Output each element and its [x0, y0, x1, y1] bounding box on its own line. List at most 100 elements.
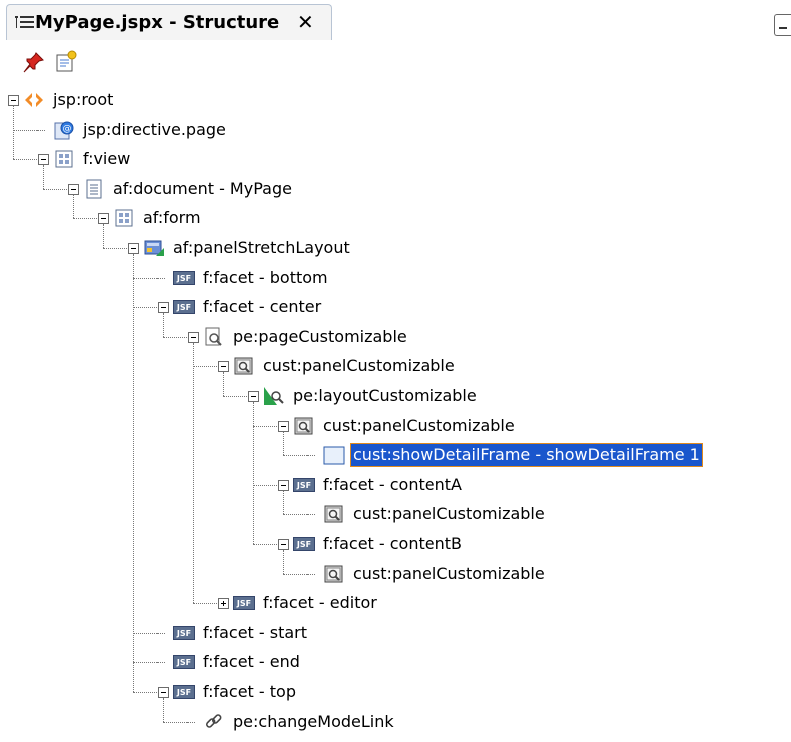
tree-node[interactable]: JSF f:facet - editor: [233, 589, 379, 617]
tree-node[interactable]: pe:changeModeLink: [203, 708, 396, 736]
tree-node[interactable]: pe:layoutCustomizable: [263, 382, 479, 410]
tree-node-label: pe:changeModeLink: [233, 711, 394, 731]
edit-icon[interactable]: [54, 50, 78, 74]
tree-node[interactable]: f:view: [53, 145, 132, 173]
tree-node-label: cust:panelCustomizable: [353, 563, 545, 583]
tree-node-label: af:panelStretchLayout: [173, 238, 350, 257]
tree-node[interactable]: JSF f:facet - bottom: [173, 264, 330, 292]
tree-node[interactable]: cust:panelCustomizable: [323, 560, 547, 588]
panel-customizable-icon: [234, 357, 253, 375]
tree-connector: [133, 277, 157, 279]
tree-connector: [193, 366, 217, 368]
collapse-icon[interactable]: [278, 420, 289, 432]
tree-node-label: f:facet - top: [203, 682, 296, 701]
tree-connector: [283, 514, 307, 516]
tree-node[interactable]: jsp:root: [23, 86, 115, 114]
tree-node[interactable]: JSF f:facet - contentA: [293, 471, 464, 499]
collapse-icon[interactable]: [98, 213, 109, 225]
panel-customizable-icon: [294, 417, 313, 435]
minimize-button[interactable]: [774, 14, 791, 36]
collapse-icon[interactable]: [158, 302, 169, 314]
tree-connector: [253, 484, 277, 486]
tree-connector: [223, 396, 247, 397]
tree-node-label: jsp:root: [53, 90, 114, 109]
tree-node-label: f:facet - start: [203, 622, 308, 642]
tree-node[interactable]: cust:panelCustomizable: [323, 500, 547, 528]
collapse-icon[interactable]: [188, 331, 199, 343]
tree-node[interactable]: JSF f:facet - center: [173, 293, 323, 321]
collapse-icon[interactable]: [68, 183, 79, 195]
collapse-icon[interactable]: [248, 391, 259, 402]
tree-connector: [253, 425, 277, 427]
tree-node[interactable]: JSF f:facet - top: [173, 678, 298, 706]
jsf-icon: JSF: [173, 623, 195, 643]
tree-node[interactable]: JSF f:facet - contentB: [293, 530, 464, 558]
tree-node[interactable]: cust:panelCustomizable: [293, 412, 517, 440]
jsf-icon: JSF: [293, 534, 315, 554]
collapse-icon[interactable]: [38, 154, 49, 166]
tree-node[interactable]: cust:showDetailFrame - showDetailFrame 1: [323, 441, 703, 469]
tree-connector: [43, 188, 67, 190]
expand-icon[interactable]: [218, 598, 229, 610]
collapse-icon[interactable]: [8, 95, 19, 106]
tree-connector: [43, 165, 44, 189]
tree-connector: [253, 402, 254, 544]
tree-node-label: pe:pageCustomizable: [233, 326, 407, 346]
tree-node-label: f:facet - center: [203, 297, 322, 317]
jsf-icon: JSF: [173, 682, 195, 702]
tree-node-label: af:document - MyPage: [113, 178, 292, 198]
tab-title: MyPage.jspx - Structure: [35, 12, 280, 33]
tree-connector: [157, 662, 165, 664]
tree-connector: [133, 662, 157, 664]
collapse-icon[interactable]: [278, 479, 289, 491]
collapse-icon[interactable]: [158, 687, 169, 698]
tree-connector: [103, 224, 104, 248]
close-icon[interactable]: ✕: [297, 10, 314, 34]
tree-node-label: cust:panelCustomizable: [263, 356, 455, 376]
tree-node-label: cust:showDetailFrame - showDetailFrame 1: [350, 443, 703, 468]
toolbar: [0, 40, 791, 86]
tree-connector: [163, 336, 187, 338]
tree-node-label: f:facet - contentB: [323, 534, 462, 553]
pushpin-icon[interactable]: [22, 50, 46, 74]
grid-icon: [115, 209, 133, 227]
tree-connector: [307, 514, 315, 516]
tree-node-label: f:facet - contentA: [323, 474, 462, 494]
tree-connector: [163, 698, 164, 722]
tree-node[interactable]: pe:pageCustomizable: [203, 323, 409, 351]
tree-node-label: pe:layoutCustomizable: [293, 386, 477, 405]
tree-node-label: f:facet - bottom: [203, 267, 328, 287]
collapse-icon[interactable]: [218, 361, 229, 373]
structure-icon: [15, 16, 34, 28]
jsf-icon: JSF: [233, 593, 255, 613]
tree-node[interactable]: JSF f:facet - start: [173, 619, 309, 647]
jsf-icon: JSF: [173, 268, 195, 288]
tree-node[interactable]: af:document - MyPage: [83, 175, 294, 203]
document-icon: [86, 179, 102, 199]
layout-customizable-icon: [264, 387, 284, 405]
tree-connector: [223, 372, 224, 396]
tree-node[interactable]: JSF f:facet - end: [173, 648, 302, 676]
tree-node[interactable]: @ jsp:directive.page: [53, 116, 228, 144]
layout-icon: [144, 240, 164, 256]
tree-node[interactable]: cust:panelCustomizable: [233, 352, 457, 380]
collapse-icon[interactable]: [128, 243, 139, 254]
tree-connector: [163, 313, 164, 337]
tree-connector: [13, 159, 37, 161]
tree-connector: [103, 248, 127, 249]
jsf-icon: JSF: [293, 475, 315, 495]
tree-node-label: cust:panelCustomizable: [323, 415, 515, 435]
tree-connector: [37, 129, 45, 131]
collapse-icon[interactable]: [278, 539, 289, 550]
panel-customizable-icon: [324, 505, 343, 523]
tree-node[interactable]: af:form: [113, 204, 203, 232]
jsf-icon: JSF: [173, 297, 195, 317]
tree-node-label: cust:panelCustomizable: [353, 504, 545, 524]
link-icon: [205, 713, 222, 728]
tree-connector: [163, 721, 187, 723]
tree-connector: [133, 307, 157, 309]
directive-icon: @: [54, 121, 74, 140]
tree-node[interactable]: af:panelStretchLayout: [143, 234, 352, 262]
tab-structure[interactable]: MyPage.jspx - Structure ✕: [6, 4, 332, 40]
tree-connector: [253, 544, 277, 545]
